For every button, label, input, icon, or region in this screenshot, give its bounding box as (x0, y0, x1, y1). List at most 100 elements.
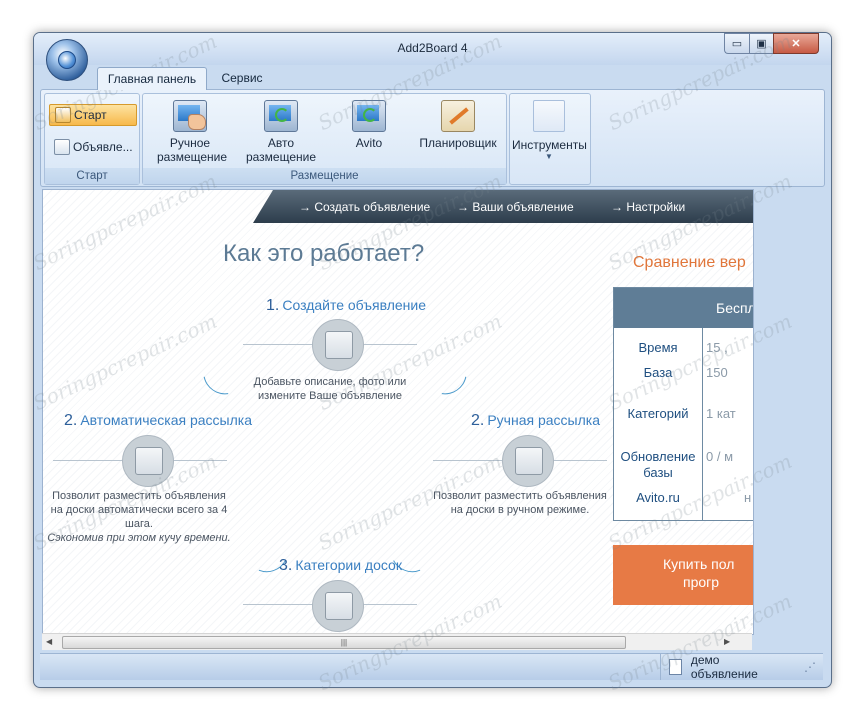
nav-settings[interactable]: → Настройки (611, 200, 685, 214)
row-value-time: 15 , (706, 340, 728, 355)
document-icon (669, 659, 682, 675)
row-label-avito: Avito.ru (636, 490, 680, 505)
manual-placement-label-1: Ручное (169, 136, 211, 150)
step-2-auto-desc-line-1: Позволит разместить объявления (52, 490, 226, 502)
application-menu-button[interactable] (46, 39, 88, 81)
start-icon (55, 107, 71, 123)
step-2-manual-number: 2. (471, 412, 485, 429)
window-title: Add2Board 4 (397, 41, 468, 55)
arrow-right-icon: → (611, 200, 623, 214)
board-categories-icon (312, 580, 364, 632)
ribbon: Старт Объявле... Старт Ручное размещение… (40, 89, 825, 187)
free-version-header: Беспл (716, 300, 754, 316)
nav-create-ad-label: Создать объявление (314, 200, 431, 214)
step-2-auto-desc-line-3: шага. (125, 518, 153, 530)
step-2-auto-label: Автоматическая рассылка (80, 412, 252, 428)
step-1-number: 1. (266, 297, 280, 314)
auto-placement-icon (264, 100, 298, 132)
step-2-auto-heading: 2. Автоматическая рассылка (64, 412, 252, 430)
divider (702, 328, 703, 520)
status-text: демо объявление (690, 653, 758, 681)
ads-button-label: Объявле... (73, 140, 133, 154)
manual-placement-button[interactable]: Ручное размещение (157, 100, 228, 164)
step-2-auto-number: 2. (64, 412, 78, 429)
buy-button-line-1: Купить пол (663, 556, 735, 572)
planner-icon (441, 100, 475, 132)
close-button[interactable]: ✕ (773, 33, 819, 54)
status-demo-ad[interactable]: демо объявление ⋰ (660, 653, 816, 681)
horizontal-scroll-thumb[interactable]: ||| (62, 636, 626, 649)
tab-main-panel[interactable]: Главная панель (97, 67, 207, 90)
nav-your-ads[interactable]: → Ваши объявление (457, 200, 574, 214)
step-1-heading: 1. Создайте объявление (266, 297, 426, 315)
auto-placement-label-1: Авто (267, 136, 295, 150)
step-2-manual-heading: 2. Ручная рассылка (471, 412, 600, 430)
tab-service[interactable]: Сервис (212, 67, 272, 89)
row-value-base-update: 0 / м (706, 449, 734, 464)
compare-table: Беспл Время 15 , База 150 Категорий 1 ка… (613, 287, 754, 521)
ribbon-group-start-label: Старт (45, 168, 139, 184)
step-2-manual-desc-line-1: Позволит разместить объявления (433, 490, 607, 502)
step-2-auto-description: Позволит разместить объявления на доски … (43, 489, 235, 545)
row-value-categories: 1 кат (706, 406, 736, 421)
manual-mailing-icon (502, 435, 554, 487)
top-navigation: → Создать объявление → Ваши объявление →… (253, 190, 753, 223)
ribbon-group-start: Старт Объявле... Старт (44, 93, 140, 185)
row-label-base-update-line-1: Обновление (620, 449, 696, 464)
row-label-base-update: Обновление базы (614, 449, 702, 481)
page-title: Как это работает? (223, 240, 425, 267)
scroll-right-icon[interactable]: ▶ (724, 637, 730, 646)
app-window: Add2Board 4 ▭ ▣ ✕ Главная панель Сервис … (33, 32, 832, 688)
avito-label: Avito (355, 136, 383, 150)
step-2-manual-description: Позволит разместить объявления на доски … (421, 489, 619, 517)
auto-mailing-icon (122, 435, 174, 487)
start-button[interactable]: Старт (49, 104, 137, 126)
scroll-left-icon[interactable]: ◀ (46, 637, 52, 646)
planner-label: Планировщик (419, 136, 497, 150)
ads-button[interactable]: Объявле... (49, 137, 135, 157)
nav-settings-label: Настройки (626, 200, 686, 214)
avito-button[interactable]: Avito (341, 100, 397, 150)
auto-placement-label-2: размещение (245, 150, 317, 164)
grip-icon: ||| (340, 638, 348, 647)
resize-grip-icon[interactable]: ⋰ (804, 660, 816, 674)
maximize-button[interactable]: ▣ (749, 33, 773, 54)
planner-button[interactable]: Планировщик (413, 100, 503, 150)
step-2-auto-desc-italic: Сэкономив при этом кучу времени. (47, 532, 231, 544)
row-label-categories: Категорий (627, 406, 689, 421)
tools-label: Инструменты (512, 138, 587, 152)
ribbon-group-tools: Инструменты ▼ (509, 93, 591, 185)
compare-table-header: Беспл (614, 288, 754, 328)
step-2-manual-label: Ручная рассылка (487, 412, 600, 428)
step-2-auto-desc-line-2: на доски автоматически всего за 4 (50, 504, 228, 516)
ribbon-group-placement-label: Размещение (143, 168, 506, 184)
buy-button-label: Купить пол прогр (663, 555, 734, 591)
step-2-manual-desc-line-2: на доски в ручном режиме. (450, 504, 590, 516)
buy-full-version-button[interactable]: Купить пол прогр (613, 545, 753, 605)
auto-placement-button[interactable]: Авто размещение (241, 100, 321, 164)
step-1-label: Создайте объявление (282, 297, 426, 313)
row-label-time: Время (638, 340, 678, 355)
create-ad-icon (312, 319, 364, 371)
manual-placement-label-2: размещение (157, 150, 228, 164)
row-value-base: 150 (706, 365, 728, 380)
chevron-down-icon: ▼ (545, 152, 553, 161)
app-logo-icon (58, 51, 76, 69)
status-bar: демо объявление ⋰ (40, 653, 823, 681)
manual-placement-icon (173, 100, 207, 132)
step-3-heading: 3. Категории досок (279, 557, 402, 575)
content-area: → Создать объявление → Ваши объявление →… (42, 189, 754, 635)
tools-dropdown-button[interactable]: Инструменты ▼ (512, 98, 587, 164)
minimize-button[interactable]: ▭ (724, 33, 749, 54)
nav-your-ads-label: Ваши объявление (472, 200, 574, 214)
buy-button-line-2: прогр (683, 574, 720, 590)
horizontal-scrollbar[interactable]: ◀ ||| ▶ (42, 633, 752, 650)
vertical-scrollbar[interactable]: ▲ ≡ ▼ (753, 190, 754, 634)
step-3-number: 3. (279, 557, 293, 574)
row-label-base: База (643, 365, 673, 380)
row-label-base-update-line-2: базы (643, 465, 673, 480)
arrow-right-icon: → (299, 200, 311, 214)
row-value-avito: н (744, 490, 752, 505)
step-1-desc-line-2: измените Ваше объявление (258, 390, 402, 402)
nav-create-ad[interactable]: → Создать объявление (299, 200, 430, 214)
